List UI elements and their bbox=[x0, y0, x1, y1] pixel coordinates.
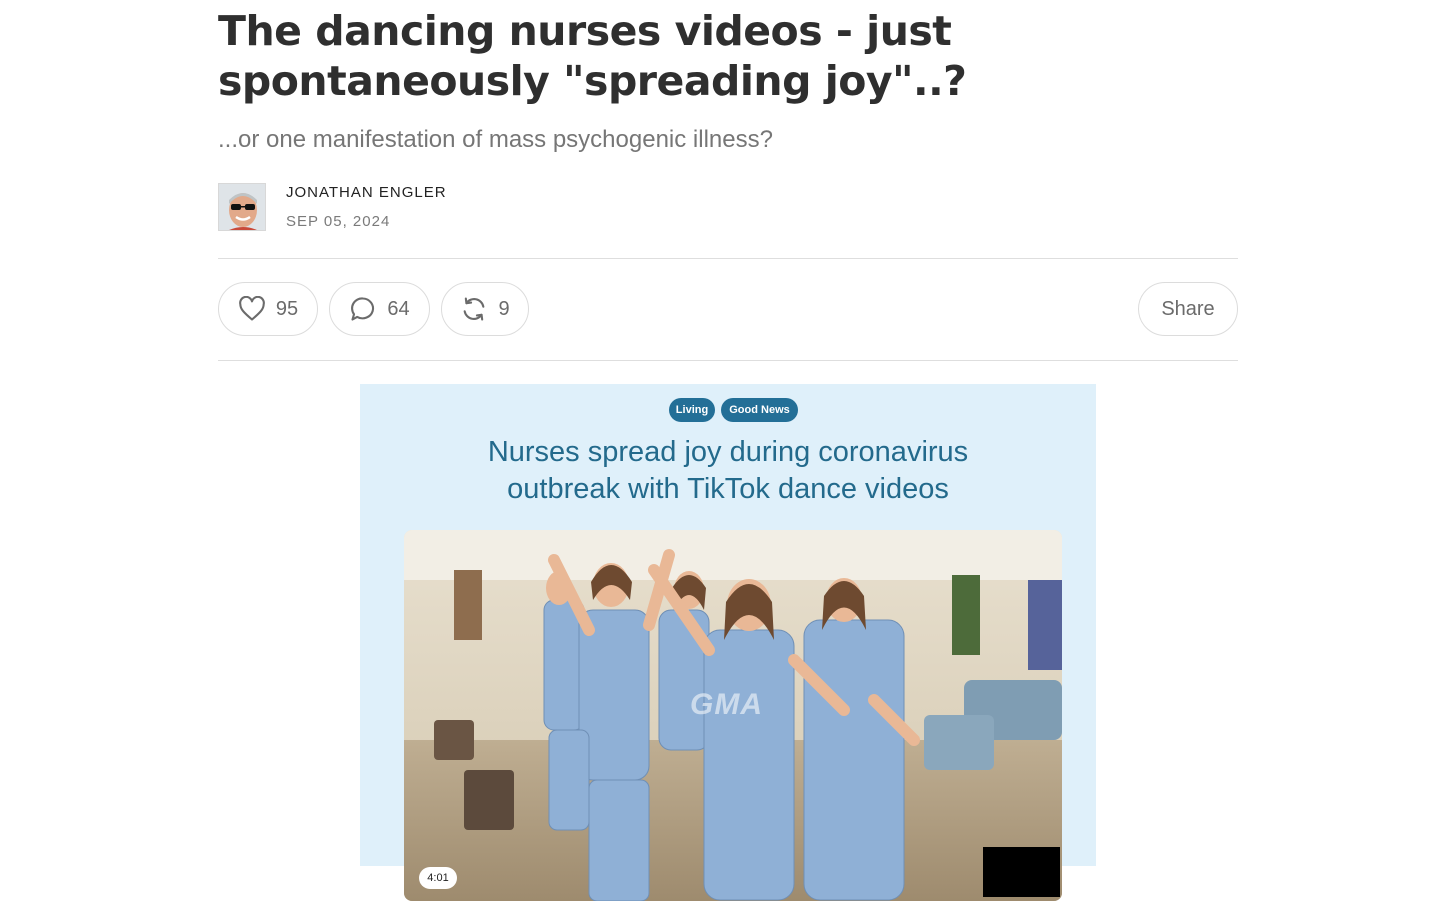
divider-bottom bbox=[218, 360, 1238, 361]
share-button[interactable]: Share bbox=[1138, 282, 1238, 336]
like-button[interactable]: 95 bbox=[218, 282, 318, 336]
like-count: 95 bbox=[275, 297, 299, 320]
comment-bubble-icon bbox=[349, 295, 377, 323]
divider-top bbox=[218, 258, 1238, 259]
tag-living[interactable]: Living bbox=[669, 398, 715, 422]
video-corner-overlay bbox=[983, 847, 1060, 897]
post-subtitle: ...or one manifestation of mass psychoge… bbox=[218, 126, 773, 153]
heart-icon bbox=[238, 296, 266, 322]
share-label: Share bbox=[1161, 297, 1215, 320]
embedded-headline: Nurses spread joy during coronavirus out… bbox=[360, 434, 1096, 508]
post-date: SEP 05, 2024 bbox=[286, 213, 391, 230]
restack-icon bbox=[460, 295, 488, 323]
author-name[interactable]: JONATHAN ENGLER bbox=[286, 184, 447, 201]
embedded-headline-line-1: Nurses spread joy during coronavirus bbox=[487, 436, 969, 468]
post-title: The dancing nurses videos - just spontan… bbox=[218, 7, 967, 105]
restack-button[interactable]: 9 bbox=[441, 282, 529, 336]
gma-watermark: GMA bbox=[690, 688, 763, 721]
video-duration: 4:01 bbox=[419, 867, 457, 889]
restack-count: 9 bbox=[498, 297, 510, 320]
comment-count: 64 bbox=[387, 297, 410, 320]
embedded-headline-line-2: outbreak with TikTok dance videos bbox=[507, 473, 949, 505]
tag-good-news[interactable]: Good News bbox=[721, 398, 798, 422]
comment-button[interactable]: 64 bbox=[329, 282, 430, 336]
author-avatar[interactable] bbox=[218, 183, 266, 231]
